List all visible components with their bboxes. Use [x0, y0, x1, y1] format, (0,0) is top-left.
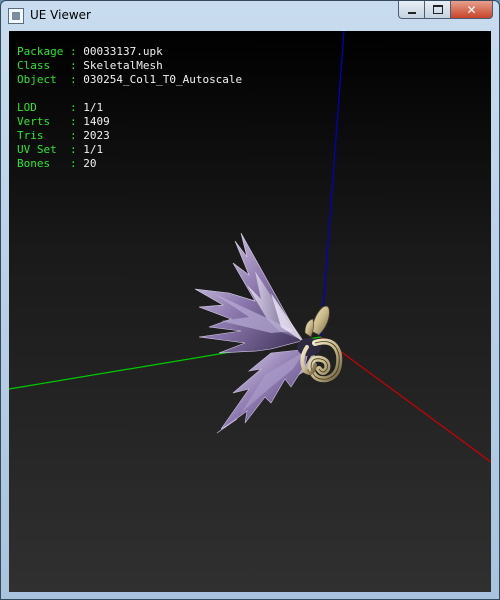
bones-value: 20: [83, 157, 97, 170]
uvset-label: UV Set :: [17, 143, 84, 156]
info-row-class: Class : SkeletalMesh: [17, 59, 242, 73]
info-row-bones: Bones : 20: [17, 157, 242, 171]
info-row-verts: Verts : 1409: [17, 115, 242, 129]
class-label: Class :: [17, 59, 84, 72]
x-axis-line: [320, 336, 491, 463]
z-axis-line: [320, 31, 345, 338]
maximize-icon: [432, 5, 443, 14]
title-bar[interactable]: UE Viewer ✕: [1, 1, 499, 31]
object-label: Object :: [17, 73, 84, 86]
object-value: 030254_Col1_T0_Autoscale: [83, 73, 243, 86]
class-value: SkeletalMesh: [83, 59, 163, 72]
info-row-object: Object : 030254_Col1_T0_Autoscale: [17, 73, 242, 87]
info-row-package: Package : 00033137.upk: [17, 45, 242, 59]
skeletal-mesh: [194, 232, 343, 434]
verts-label: Verts :: [17, 115, 84, 128]
uvset-value: 1/1: [83, 143, 104, 156]
package-value: 00033137.upk: [83, 45, 163, 58]
verts-value: 1409: [83, 115, 110, 128]
caption-buttons: ✕: [398, 1, 493, 21]
tris-value: 2023: [83, 129, 110, 142]
info-row-uvset: UV Set : 1/1: [17, 143, 242, 157]
info-row-tris: Tris : 2023: [17, 129, 242, 143]
close-icon: ✕: [466, 2, 477, 17]
app-window: UE Viewer ✕ Package: 00033137.upk Class…: [0, 0, 500, 600]
package-label: Package :: [17, 45, 84, 58]
3d-viewport[interactable]: Package : 00033137.upk Class : SkeletalM…: [9, 31, 491, 592]
maximize-button[interactable]: [424, 1, 450, 19]
lod-value: 1/1: [83, 101, 104, 114]
mesh-info-overlay: Package : 00033137.upk Class : SkeletalM…: [17, 45, 242, 171]
lod-label: LOD :: [17, 101, 84, 114]
app-window-icon: [8, 8, 24, 24]
close-button[interactable]: ✕: [450, 1, 493, 19]
window-title: UE Viewer: [30, 8, 91, 22]
bones-label: Bones :: [17, 157, 84, 170]
tris-label: Tris :: [17, 129, 84, 142]
minimize-icon: [407, 11, 416, 14]
minimize-button[interactable]: [398, 1, 424, 19]
info-row-lod: LOD : 1/1: [17, 101, 242, 115]
